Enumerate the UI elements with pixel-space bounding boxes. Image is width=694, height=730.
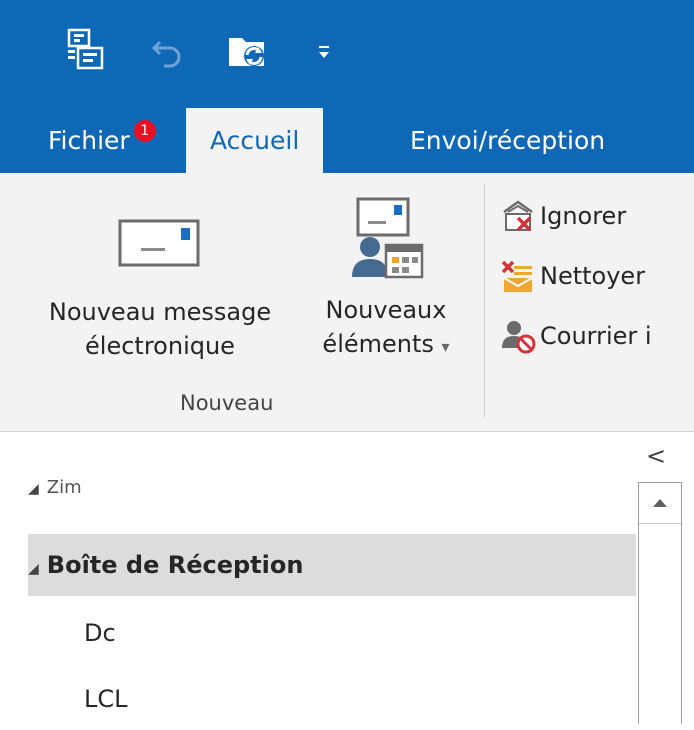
new-email-label-line2: électronique [85, 332, 235, 360]
tab-send-receive-label: Envoi/réception [410, 126, 606, 155]
folder-label: LCL [84, 685, 128, 713]
junk-mail-icon [498, 316, 538, 356]
customize-qat-icon[interactable] [316, 42, 332, 62]
envelope-icon [22, 201, 298, 285]
folder-pane: < ◢ Zim ◢ Boîte de Réception Dc LCL [0, 432, 694, 724]
new-items-label-text: éléments [322, 330, 434, 358]
new-email-button[interactable]: Nouveau message électronique [22, 201, 298, 363]
tab-send-receive[interactable]: Envoi/réception [410, 108, 605, 173]
group-label-new: Nouveau [180, 391, 274, 415]
junk-mail-button[interactable]: Courrier i [498, 313, 652, 359]
send-receive-all-icon[interactable] [66, 28, 106, 72]
ignore-label: Ignorer [540, 202, 627, 230]
tab-file[interactable]: Fichier 1 [48, 108, 156, 173]
folder-item-dc[interactable]: Dc [84, 602, 636, 664]
ignore-icon [498, 196, 538, 236]
quick-access-toolbar [0, 0, 694, 98]
new-items-icon [306, 193, 466, 285]
chevron-down-icon: ▾ [441, 337, 450, 356]
folder-item-lcl[interactable]: LCL [84, 668, 636, 730]
collapse-pane-icon[interactable]: < [646, 442, 666, 470]
new-items-button[interactable]: Nouveaux éléments ▾ [306, 193, 466, 364]
clean-up-button[interactable]: Nettoyer [498, 253, 645, 299]
folder-scrollbar[interactable] [638, 482, 682, 724]
tab-home-label: Accueil [210, 126, 300, 155]
undo-icon[interactable] [150, 28, 186, 72]
ribbon-tab-strip: Fichier 1 Accueil Envoi/réception [0, 98, 694, 173]
new-items-label-line2: éléments ▾ [306, 327, 466, 364]
new-email-label-line1: Nouveau message [48, 298, 272, 326]
scroll-up-icon [653, 499, 667, 507]
expand-triangle-icon[interactable]: ◢ [28, 481, 39, 497]
clean-up-label: Nettoyer [540, 262, 646, 290]
notification-badge: 1 [133, 120, 156, 142]
clean-up-icon [498, 256, 538, 296]
ignore-button[interactable]: Ignorer [498, 193, 626, 239]
expand-triangle-icon[interactable]: ◢ [28, 561, 39, 577]
folder-label: Dc [84, 619, 116, 647]
ribbon: Nouveau message électronique Nouveaux él… [0, 173, 694, 432]
folder-item-inbox[interactable]: ◢ Boîte de Réception [28, 534, 636, 596]
new-items-label-line1: Nouveaux [325, 296, 447, 324]
junk-mail-label: Courrier i [540, 322, 652, 350]
tab-home[interactable]: Accueil [186, 108, 324, 173]
folder-label: Boîte de Réception [46, 551, 304, 579]
folder-item-zim[interactable]: ◢ Zim [28, 468, 636, 508]
refresh-folder-icon[interactable] [226, 28, 272, 72]
folder-label: Zim [46, 477, 82, 498]
group-separator [484, 183, 485, 418]
scroll-up-button[interactable] [639, 483, 681, 524]
tab-file-label: Fichier [48, 126, 130, 155]
